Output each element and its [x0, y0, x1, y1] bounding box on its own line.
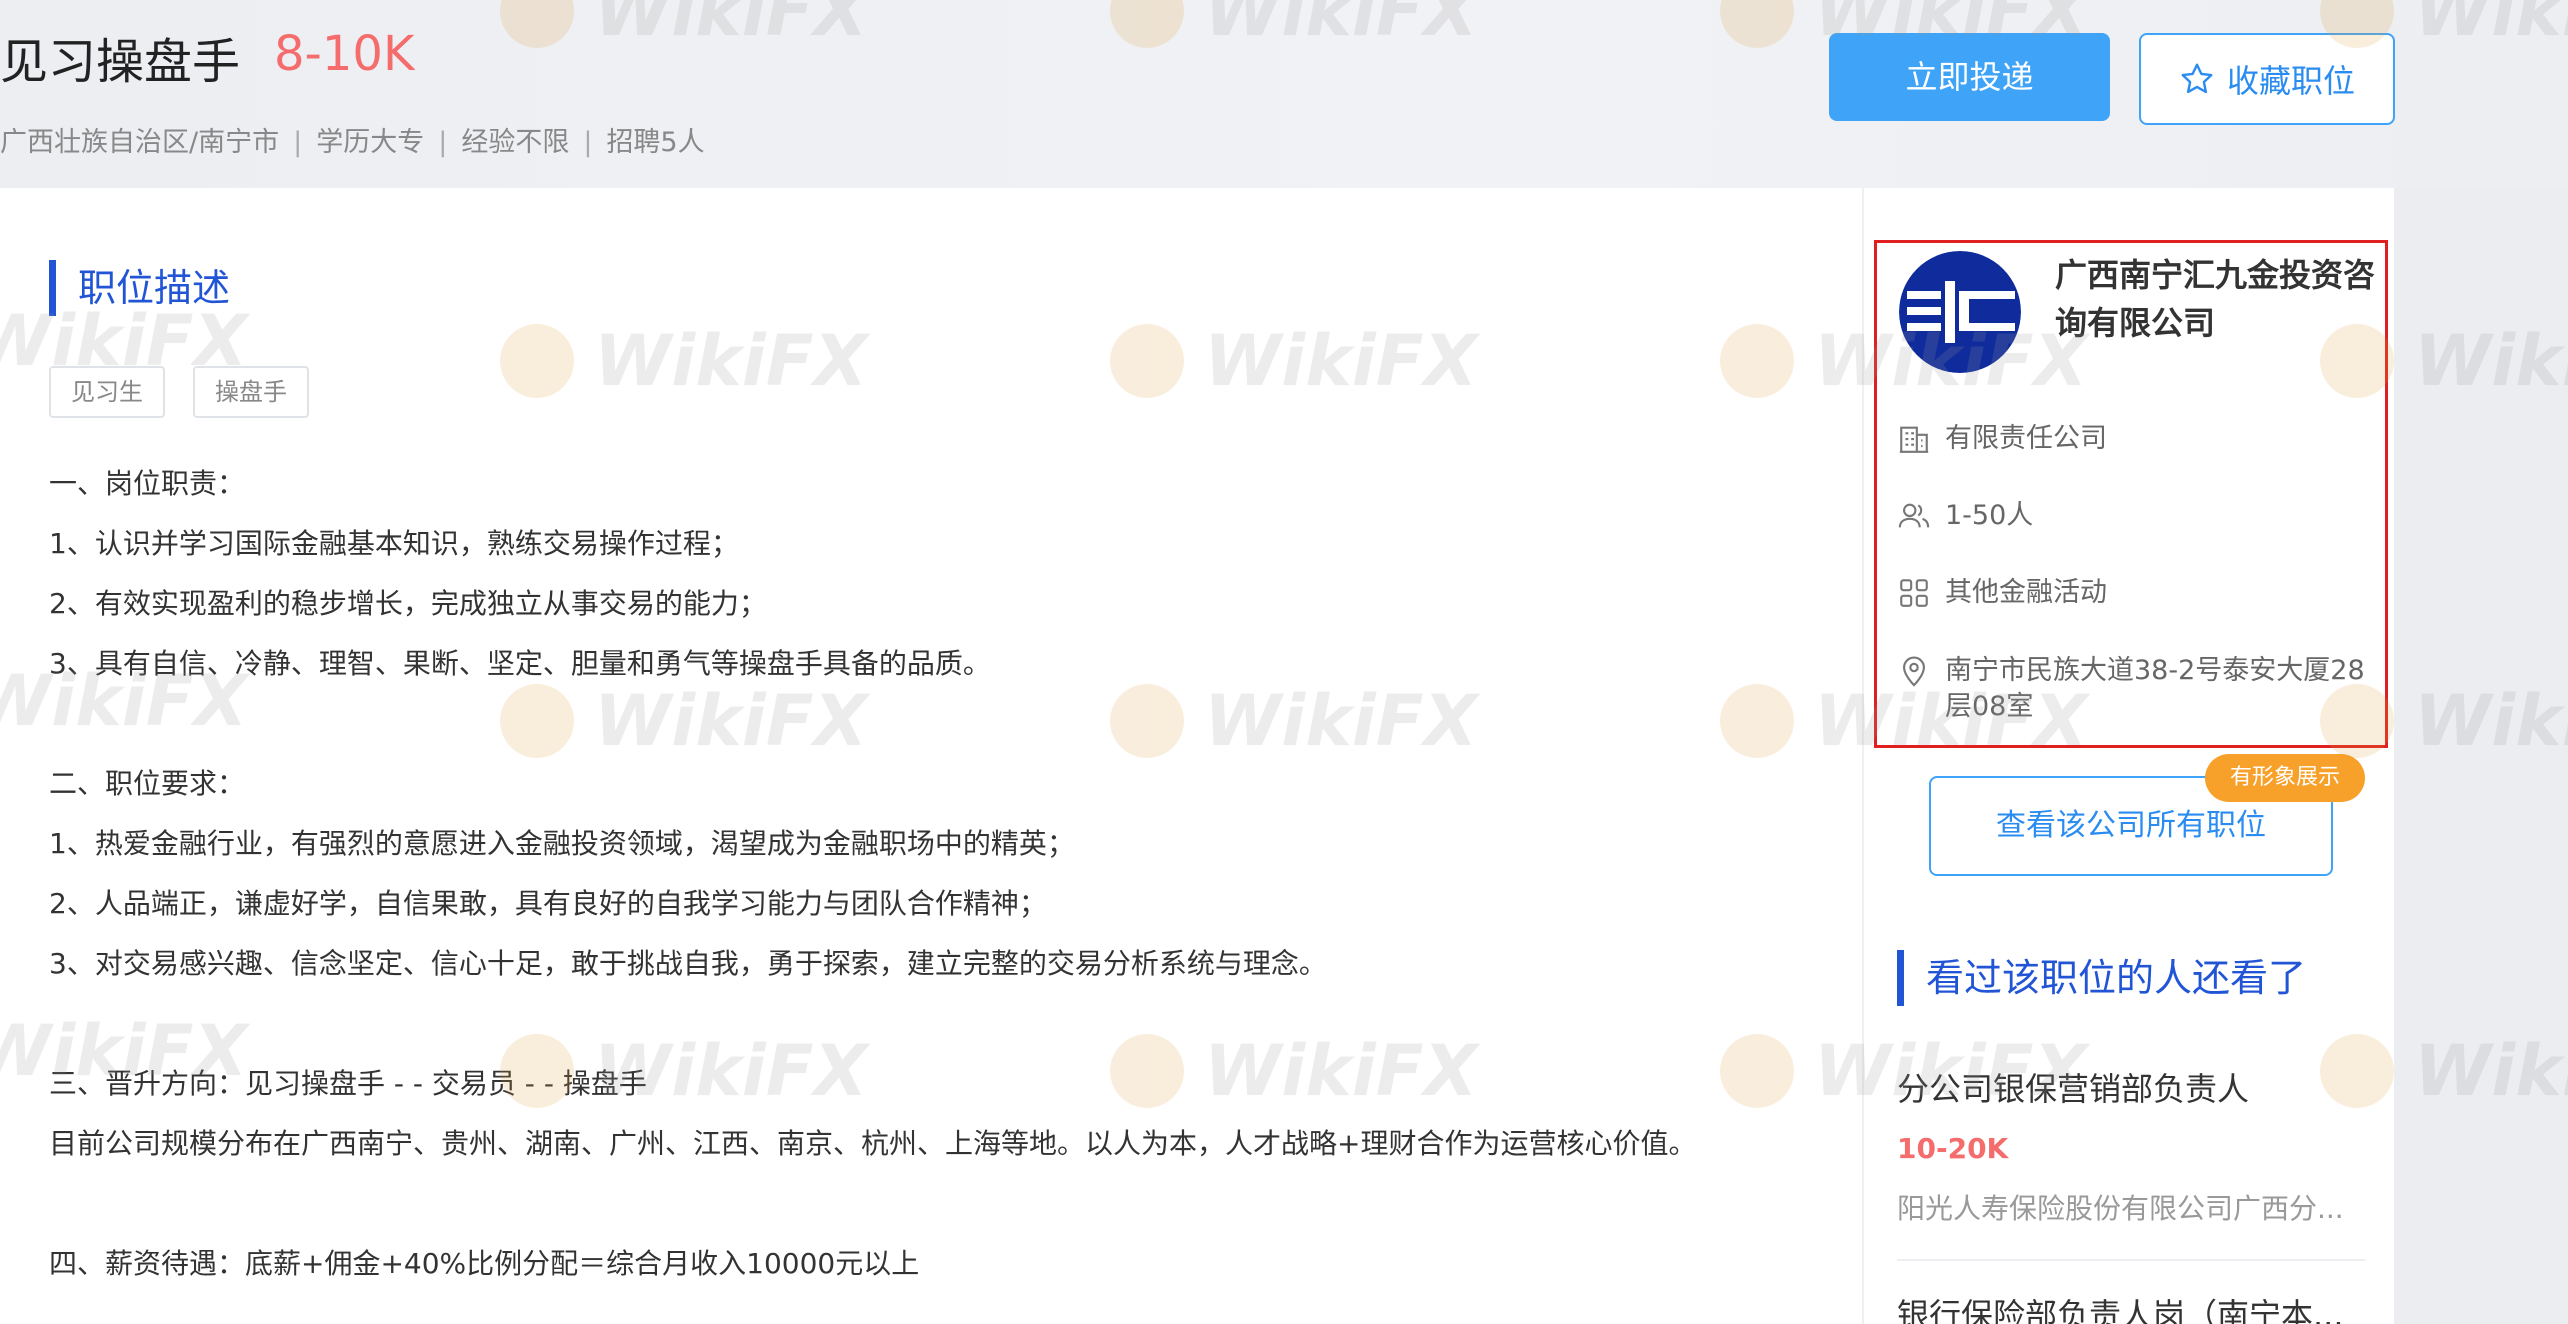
company-image-badge: 有形象展示 — [2205, 754, 2365, 802]
job-title: 见习操盘手 — [0, 34, 241, 90]
related-job-company: 阳光人寿保险股份有限公司广西分... — [1897, 1192, 2344, 1225]
description-line: 2、人品端正，谦虚好学，自信果敢，具有良好的自我学习能力与团队合作精神； — [49, 887, 1047, 920]
job-location: 广西壮族自治区/南宁市 — [0, 127, 280, 158]
description-line: 四、薪资待遇：底薪+佣金+40%比例分配＝综合月收入10000元以上 — [49, 1247, 920, 1280]
related-job-item[interactable]: 银行保险部负责人岗（南宁本... — [1897, 1290, 2367, 1324]
related-job-salary: 10-20K — [1897, 1132, 2009, 1165]
page-gutter — [2394, 188, 2568, 1324]
job-headcount: 招聘5人 — [606, 127, 705, 158]
location-pin-icon — [1903, 656, 1925, 687]
job-description-panel: 职位描述 见习生 操盘手 一、岗位职责： 1、认识并学习国际金融基本知识，熟练交… — [0, 188, 1862, 1324]
divider — [1897, 1259, 2365, 1261]
description-line: 3、对交易感兴趣、信念坚定、信心十足，敢于挑战自我，勇于探索，建立完整的交易分析… — [49, 947, 1327, 980]
company-industry: 其他金融活动 — [1945, 577, 2107, 608]
meta-separator: | — [438, 127, 448, 158]
meta-separator: | — [293, 127, 303, 158]
section-title-related-jobs: 看过该职位的人还看了 — [1897, 950, 2306, 1006]
description-line: 3、具有自信、冷静、理智、果断、坚定、胆量和勇气等操盘手具备的品质。 — [49, 647, 991, 680]
company-address: 南宁市民族大道38-2号泰安大厦28层08室 — [1945, 655, 2365, 722]
section-title-description: 职位描述 — [49, 260, 230, 316]
company-logo[interactable] — [1899, 251, 2021, 373]
favorite-label: 收藏职位 — [2226, 62, 2355, 100]
star-icon — [2181, 63, 2213, 94]
job-experience: 经验不限 — [461, 127, 570, 158]
people-icon — [1898, 503, 1930, 528]
apply-button[interactable]: 立即投递 — [1829, 33, 2110, 121]
related-job-item[interactable]: 分公司银保营销部负责人 10-20K 阳光人寿保险股份有限公司广西分... — [1897, 1064, 2367, 1227]
related-job-title[interactable]: 银行保险部负责人岗（南宁本... — [1897, 1290, 2367, 1324]
building-icon — [1899, 426, 1929, 453]
description-line: 二、职位要求： — [49, 767, 246, 800]
description-line: 三、晋升方向：见习操盘手 - - 交易员 - - 操盘手 — [49, 1067, 647, 1100]
meta-separator: | — [583, 127, 593, 158]
description-line: 目前公司规模分布在广西南宁、贵州、湖南、广州、江西、南京、杭州、上海等地。以人为… — [49, 1127, 1697, 1160]
favorite-job-button[interactable]: 收藏职位 — [2139, 33, 2395, 125]
description-line: 1、认识并学习国际金融基本知识，熟练交易操作过程； — [49, 527, 739, 560]
company-type: 有限责任公司 — [1945, 423, 2107, 454]
company-address-row: 南宁市民族大道38-2号泰安大厦28层08室 — [1897, 653, 2375, 725]
company-industry-row: 其他金融活动 — [1897, 575, 2375, 611]
job-tags: 见习生 操盘手 — [49, 366, 309, 418]
job-meta: 广西壮族自治区/南宁市 | 学历大专 | 经验不限 | 招聘5人 — [0, 120, 705, 159]
description-line: 1、热爱金融行业，有强烈的意愿进入金融投资领域，渴望成为金融职场中的精英； — [49, 827, 1075, 860]
company-size-row: 1-50人 — [1897, 498, 2375, 534]
description-line: 2、有效实现盈利的稳步增长，完成独立从事交易的能力； — [49, 587, 767, 620]
company-size: 1-50人 — [1945, 500, 2034, 531]
company-type-row: 有限责任公司 — [1897, 421, 2375, 457]
grid-icon — [1900, 579, 1928, 607]
company-card: 广西南宁汇九金投资咨询有限公司 有限责任公司 1-50人 其他金融活动 南宁市民… — [1874, 240, 2388, 748]
related-job-title[interactable]: 分公司银保营销部负责人 — [1897, 1064, 2367, 1110]
job-education: 学历大专 — [316, 127, 425, 158]
job-header: 见习操盘手 8-10K 广西壮族自治区/南宁市 | 学历大专 | 经验不限 | 招聘5人 立… — [0, 0, 2568, 188]
description-line: 一、岗位职责： — [49, 467, 246, 500]
job-salary: 8-10K — [274, 26, 415, 82]
job-tag: 操盘手 — [193, 366, 309, 418]
company-name[interactable]: 广西南宁汇九金投资咨询有限公司 — [2055, 251, 2375, 347]
job-tag: 见习生 — [49, 366, 165, 418]
